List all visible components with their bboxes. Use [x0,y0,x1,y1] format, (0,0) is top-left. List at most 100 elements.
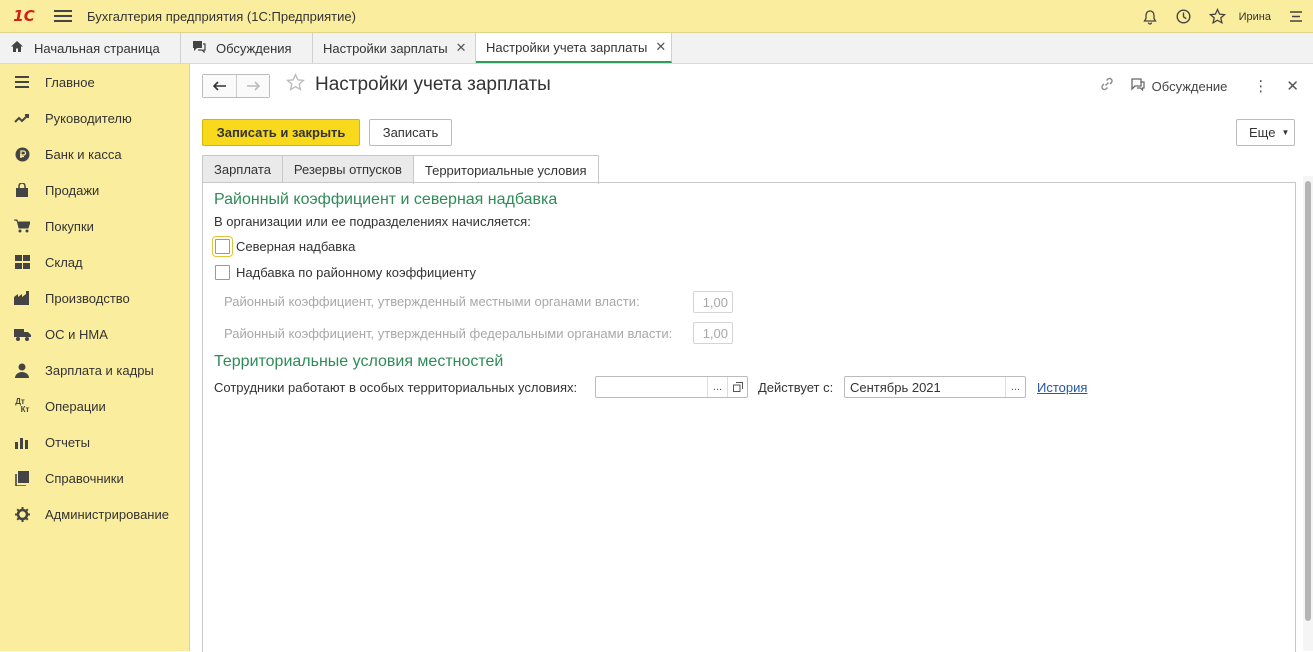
tab-home[interactable]: Начальная страница [0,33,181,63]
regional-bonus-label[interactable]: Надбавка по районному коэффициенту [236,265,476,280]
tab-label: Обсуждения [216,40,292,56]
factory-icon [12,291,32,305]
title-bar: 1С Бухгалтерия предприятия (1С:Предприят… [0,0,1313,33]
sidebar-item-label: Зарплата и кадры [45,362,154,378]
dt-kt-icon: Дт Кт [15,397,30,414]
more-button[interactable]: Еще ▼ [1236,119,1295,146]
history-icon[interactable] [1167,0,1201,33]
tab-territorial-conditions[interactable]: Территориальные условия [412,155,599,184]
forward-button[interactable] [236,75,269,97]
accrual-subtitle: В организации или ее подразделениях начи… [214,214,531,229]
nav-buttons [202,74,270,98]
sidebar-item-label: Банк и касса [45,146,122,162]
section-title-territorial: Территориальные условия местностей [214,353,504,370]
north-bonus-label[interactable]: Северная надбавка [236,239,355,254]
list-icon [12,75,32,89]
federal-coef-label: Районный коэффициент, утвержденный федер… [224,326,673,341]
sidebar-item-bank[interactable]: Банк и касса [0,136,189,172]
regional-bonus-checkbox[interactable] [215,265,230,280]
user-name[interactable]: Ирина [1239,11,1271,23]
select-ellipsis-button[interactable]: ... [1005,377,1025,397]
sidebar-item-label: Отчеты [45,434,90,450]
tab-discussions[interactable]: Обсуждения [181,33,313,63]
local-coef-field: 1,00 [693,291,733,313]
sidebar-item-label: Склад [45,254,83,270]
sidebar-item-label: Администрирование [45,506,169,522]
scrollbar-thumb[interactable] [1305,181,1311,621]
sidebar-item-fixed-assets[interactable]: ОС и НМА [0,316,189,352]
sidebar-item-directories[interactable]: Справочники [0,460,189,496]
sidebar-item-label: Продажи [45,182,100,198]
sidebar-item-warehouse[interactable]: Склад [0,244,189,280]
sidebar-item-manager[interactable]: Руководителю [0,100,189,136]
more-vertical-icon[interactable]: ⋮ [1253,77,1268,95]
app-logo: 1С [13,7,35,25]
effective-from-value[interactable]: Сентябрь 2021 [845,377,1005,397]
dropdown-arrow-icon: ▼ [1281,128,1290,137]
sidebar-item-label: Операции [45,398,106,414]
conditions-value[interactable] [596,377,707,397]
sidebar-item-salary-hr[interactable]: Зарплата и кадры [0,352,189,388]
app-title: Бухгалтерия предприятия (1С:Предприятие) [87,8,356,24]
trend-icon [12,112,32,124]
ruble-icon [12,147,32,162]
tab-vacation-reserves[interactable]: Резервы отпусков [281,155,414,183]
effective-from-label: Действует с: [758,380,834,395]
favorite-star-icon[interactable] [285,73,306,98]
settings-menu-icon[interactable] [1279,0,1313,33]
more-button-label: Еще [1249,125,1276,140]
save-button[interactable]: Записать [369,119,452,146]
bar-chart-icon [12,436,32,449]
open-icon[interactable] [727,377,747,397]
vertical-scrollbar[interactable] [1303,176,1313,651]
effective-from-field[interactable]: Сентябрь 2021 ... [844,376,1026,398]
window-tabs-bar: Начальная страница Обсуждения Настройки … [0,33,1313,64]
sidebar: Главное Руководителю Банк и касса Продаж… [0,64,190,651]
sidebar-item-main[interactable]: Главное [0,64,189,100]
link-icon[interactable] [1099,76,1115,96]
home-icon [10,40,24,56]
sidebar-item-purchases[interactable]: Покупки [0,208,189,244]
federal-coef-field: 1,00 [693,322,733,344]
warehouse-icon [12,255,32,269]
sidebar-item-operations[interactable]: Дт Кт Операции [0,388,189,424]
back-button[interactable] [203,75,236,97]
sidebar-item-label: Справочники [45,470,124,486]
tab-salary-accounting-settings[interactable]: Настройки учета зарплаты ✕ [476,33,672,63]
close-form-icon[interactable]: ✕ [1286,77,1299,95]
tab-salary[interactable]: Зарплата [202,155,283,183]
history-link[interactable]: История [1037,380,1087,395]
north-bonus-checkbox[interactable] [212,236,233,257]
tab-salary-settings[interactable]: Настройки зарплаты ✕ [313,33,476,63]
bell-icon[interactable] [1133,0,1167,33]
chat-icon [191,40,206,56]
conditions-field[interactable]: ... [595,376,748,398]
section-title-regional: Районный коэффициент и северная надбавка [214,191,558,208]
sidebar-item-reports[interactable]: Отчеты [0,424,189,460]
close-icon[interactable]: ✕ [456,40,467,56]
discussion-button[interactable]: Обсуждение [1152,79,1228,94]
books-icon [12,470,32,486]
sidebar-item-label: Производство [45,290,130,306]
sidebar-item-label: Покупки [45,218,94,234]
sidebar-item-administration[interactable]: Администрирование [0,496,189,532]
close-icon[interactable]: ✕ [655,39,666,55]
sidebar-item-label: ОС и НМА [45,326,108,342]
conditions-label: Сотрудники работают в особых территориал… [214,380,578,395]
tab-label: Настройки учета зарплаты [486,39,648,55]
discussion-icon[interactable] [1129,77,1146,96]
sidebar-item-sales[interactable]: Продажи [0,172,189,208]
favorites-star-icon[interactable] [1201,0,1235,33]
sidebar-item-production[interactable]: Производство [0,280,189,316]
tab-label: Настройки зарплаты [323,40,448,56]
sidebar-item-label: Главное [45,74,95,90]
person-icon [12,363,32,378]
save-and-close-button[interactable]: Записать и закрыть [202,119,360,146]
form-area: Настройки учета зарплаты Обсуждение ⋮ ✕ … [190,64,1313,652]
sidebar-item-label: Руководителю [45,110,132,126]
truck-icon [12,328,32,341]
cart-icon [12,219,32,233]
select-ellipsis-button[interactable]: ... [707,377,727,397]
main-menu-icon[interactable] [54,10,72,22]
gear-icon [12,506,32,522]
